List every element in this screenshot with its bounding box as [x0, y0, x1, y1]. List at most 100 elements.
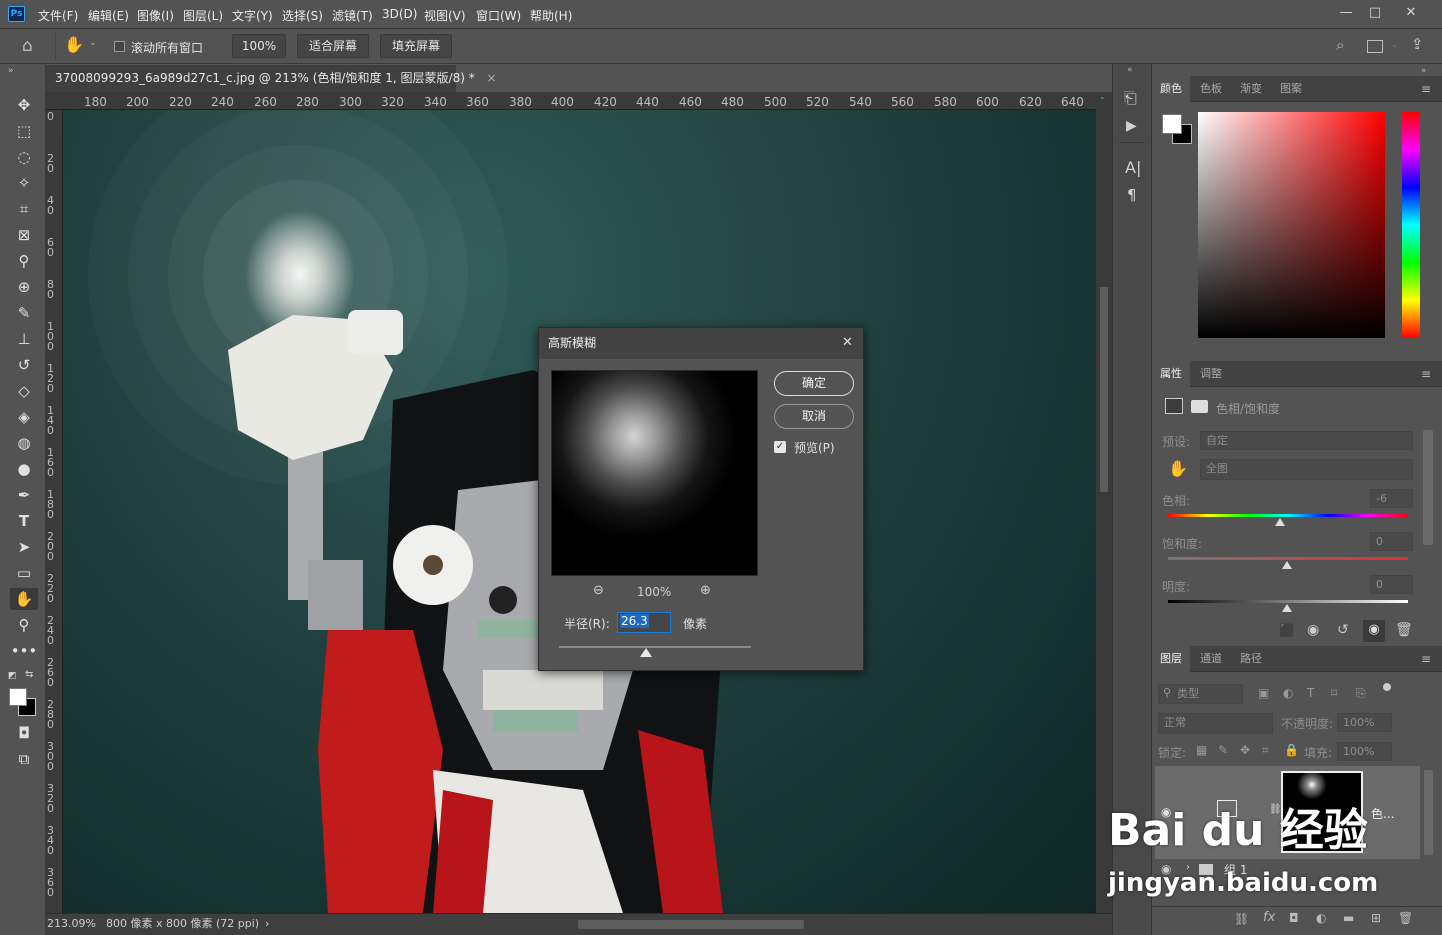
search-icon[interactable]: ⌕ — [1336, 36, 1344, 54]
panel-menu-icon[interactable]: ≡ — [1421, 82, 1431, 96]
paint-bucket-icon[interactable]: ◈ — [10, 406, 38, 428]
history-brush-icon[interactable]: ↺ — [10, 354, 38, 376]
pen-tool-icon[interactable]: ✒ — [10, 484, 38, 506]
lock-image-icon[interactable]: ✎ — [1218, 743, 1228, 757]
workspace-icon[interactable] — [1367, 40, 1383, 53]
menu-layer[interactable]: 图层(L) — [183, 7, 223, 24]
lock-artboard-icon[interactable]: ⌗ — [1262, 743, 1269, 758]
saturation-track[interactable] — [1168, 557, 1408, 560]
history-icon[interactable]: ⎗ — [1124, 88, 1137, 108]
scroll-all-checkbox[interactable] — [114, 41, 125, 52]
targeted-adjust-icon[interactable]: ✋ — [1168, 459, 1188, 478]
blur-tool-icon[interactable]: ◍ — [10, 432, 38, 454]
status-menu-icon[interactable]: › — [265, 914, 269, 934]
healing-brush-icon[interactable]: ⊕ — [10, 276, 38, 298]
tab-channels[interactable]: 通道 — [1192, 646, 1230, 672]
zoom-100-button[interactable]: 100% — [232, 34, 286, 58]
new-adjustment-icon[interactable]: ◐ — [1316, 911, 1326, 925]
reset-icon[interactable]: ↺ — [1337, 622, 1349, 638]
lock-position-icon[interactable]: ✥ — [1240, 743, 1250, 757]
foreground-swatch[interactable] — [1162, 114, 1182, 134]
close-tab-icon[interactable]: × — [487, 71, 497, 85]
marquee-tool-icon[interactable]: ⬚ — [10, 120, 38, 142]
close-icon[interactable]: ✕ — [842, 335, 853, 350]
foreground-color-swatch[interactable] — [9, 688, 27, 706]
crop-tool-icon[interactable]: ⌗ — [10, 198, 38, 220]
collapse-icon[interactable]: » — [8, 66, 14, 76]
fill-input[interactable]: 100% — [1337, 742, 1392, 761]
eraser-tool-icon[interactable]: ◇ — [10, 380, 38, 402]
tab-gradients[interactable]: 渐变 — [1232, 76, 1270, 102]
lock-all-icon[interactable]: 🔒 — [1284, 743, 1299, 757]
maximize-button[interactable]: □ — [1360, 4, 1390, 24]
mask-icon[interactable] — [1191, 400, 1208, 413]
saturation-input[interactable]: 0 — [1370, 532, 1413, 551]
filter-adjustment-icon[interactable]: ◐ — [1283, 686, 1293, 700]
range-select[interactable]: 全图 — [1200, 459, 1413, 480]
screen-mode-icon[interactable]: ⧉ — [10, 748, 38, 770]
lightness-input[interactable]: 0 — [1370, 575, 1413, 594]
clone-stamp-icon[interactable]: ⊥ — [10, 328, 38, 350]
character-icon[interactable]: A| — [1125, 158, 1141, 177]
zoom-tool-icon[interactable]: ⚲ — [10, 614, 38, 636]
menu-window[interactable]: 窗口(W) — [476, 7, 521, 24]
hue-slider[interactable] — [1402, 112, 1420, 338]
new-group-icon[interactable]: ▬ — [1343, 911, 1354, 925]
horizontal-scroll-thumb[interactable] — [578, 920, 804, 929]
quick-mask-icon[interactable]: ◘ — [10, 722, 38, 744]
scroll-up-icon[interactable]: ⌃ — [1099, 96, 1106, 105]
radius-slider-thumb[interactable] — [640, 648, 652, 657]
scroll-thumb[interactable] — [1100, 287, 1108, 492]
preview-checkbox[interactable]: ✓ — [774, 441, 786, 453]
menu-edit[interactable]: 编辑(E) — [88, 7, 129, 24]
swap-colors-icon[interactable]: ⇆ — [25, 669, 33, 680]
add-mask-icon[interactable]: ◘ — [1289, 911, 1299, 925]
tab-patterns[interactable]: 图案 — [1272, 76, 1310, 102]
more-tools-icon[interactable]: ••• — [10, 640, 38, 662]
panel-menu-icon[interactable]: ≡ — [1421, 652, 1431, 666]
menu-file[interactable]: 文件(F) — [38, 7, 78, 24]
rectangle-tool-icon[interactable]: ▭ — [10, 562, 38, 584]
blur-preview[interactable] — [551, 370, 758, 576]
radius-input[interactable]: 26.3 — [617, 612, 671, 633]
menu-3d[interactable]: 3D(D) — [382, 7, 417, 21]
filter-toggle-icon[interactable] — [1383, 683, 1391, 691]
actions-play-icon[interactable]: ▶ — [1126, 118, 1137, 134]
collapse-icon[interactable]: « — [1127, 65, 1133, 75]
trash-icon[interactable]: 🗑 — [1395, 622, 1413, 638]
tab-layers[interactable]: 图层 — [1152, 646, 1190, 672]
hue-track[interactable] — [1168, 514, 1408, 517]
visibility-icon[interactable]: ◉ — [1363, 620, 1385, 642]
ok-button[interactable]: 确定 — [774, 371, 854, 396]
menu-help[interactable]: 帮助(H) — [530, 7, 572, 24]
dodge-tool-icon[interactable]: ● — [10, 458, 38, 480]
magic-wand-icon[interactable]: ✧ — [10, 172, 38, 194]
fit-screen-button[interactable]: 适合屏幕 — [297, 34, 369, 58]
clip-to-layer-icon[interactable]: ⬛ — [1279, 624, 1295, 639]
tab-properties[interactable]: 属性 — [1152, 361, 1190, 387]
chevron-down-icon[interactable]: ⌄ — [1391, 40, 1399, 50]
share-icon[interactable]: ⇪ — [1411, 35, 1424, 53]
lasso-tool-icon[interactable]: ◌ — [10, 146, 38, 168]
zoom-out-icon[interactable]: ⊖ — [593, 583, 604, 598]
trash-icon[interactable]: 🗑 — [1398, 911, 1413, 925]
panel-menu-icon[interactable]: ≡ — [1421, 367, 1431, 381]
fill-screen-button[interactable]: 填充屏幕 — [380, 34, 452, 58]
zoom-in-icon[interactable]: ⊕ — [700, 583, 711, 598]
close-window-button[interactable]: ✕ — [1396, 4, 1426, 24]
vertical-scrollbar[interactable]: ⌃ — [1096, 92, 1112, 913]
filter-smart-icon[interactable]: ⎘ — [1356, 686, 1366, 701]
cancel-button[interactable]: 取消 — [774, 404, 854, 429]
tab-paths[interactable]: 路径 — [1232, 646, 1270, 672]
new-layer-icon[interactable]: ⊞ — [1371, 911, 1381, 925]
opacity-input[interactable]: 100% — [1337, 713, 1392, 732]
menu-image[interactable]: 图像(I) — [137, 7, 174, 24]
hand-tool-icon[interactable]: ✋ — [64, 35, 84, 54]
hand-tool-icon[interactable]: ✋ — [10, 588, 38, 610]
filter-type-icon[interactable]: T — [1307, 686, 1314, 700]
saturation-thumb[interactable] — [1282, 561, 1292, 569]
type-tool-icon[interactable]: T — [10, 510, 38, 532]
blend-mode-select[interactable]: 正常 — [1158, 713, 1273, 734]
move-tool-icon[interactable]: ✥ — [10, 94, 38, 116]
tab-adjustments[interactable]: 调整 — [1192, 361, 1230, 387]
